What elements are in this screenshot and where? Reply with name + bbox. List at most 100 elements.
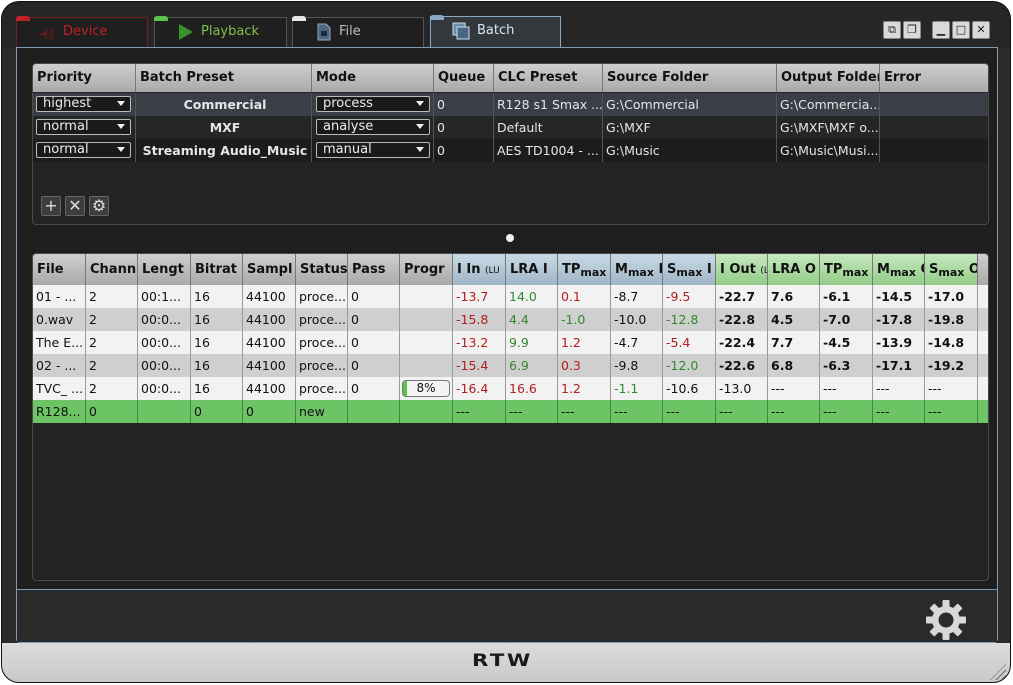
tab-playback[interactable]: Playback [154,16,287,47]
col-priority[interactable]: Priority [33,64,136,92]
col-i-out[interactable]: I Out (L [716,254,768,285]
batch-row[interactable]: highest Commercial process 0 R128 s1 Sma… [33,93,988,116]
mode-select[interactable]: process [316,96,430,112]
tab-accent [154,16,168,21]
file-table-header: File Chann Lengt Bitrat Sampl Status Pas… [33,254,988,285]
priority-cell: highest [33,93,136,116]
gear-icon[interactable] [925,599,967,641]
queue-cell: 0 [434,116,494,139]
tab-accent [16,16,30,21]
detach-icon[interactable]: ⧉ [883,21,901,39]
col-length[interactable]: Lengt [138,254,191,285]
mode-select[interactable]: manual [316,142,430,158]
col-lra-in-label: LRA I [510,262,548,277]
queue-cell: 0 [434,139,494,162]
m-out-cell: -14.5 [873,285,925,308]
col-samplerate-label: Sampl [247,262,293,277]
s-in-cell: -9.5 [663,285,716,308]
table-row[interactable]: 0.wav 2 00:0... 16 44100 proce... 0 -15.… [33,308,988,331]
bitrate-cell: 0 [191,400,243,423]
col-queue[interactable]: Queue [434,64,494,92]
batch-row[interactable]: normal MXF analyse 0 Default G:\MXF G:\M… [33,116,988,139]
samplerate-cell: 44100 [243,331,296,354]
chevron-down-icon [416,147,424,152]
batch-row[interactable]: normal Streaming Audio_Music manual 0 AE… [33,139,988,162]
tab-file[interactable]: File [292,16,424,47]
m-out-cell: --- [873,377,925,400]
priority-value: normal [43,119,89,134]
col-error[interactable]: Error [880,64,988,92]
priority-select[interactable]: highest [36,96,131,112]
i-out-cell: -22.7 [716,285,768,308]
col-s-out-suffix: O [964,262,977,277]
progress-bar: 8% [402,380,450,397]
channels-cell: 2 [86,285,138,308]
i-in-cell: -16.4 [453,377,506,400]
col-s-in[interactable]: Smax I [663,254,716,285]
pass-cell: 0 [348,285,400,308]
col-tp-out[interactable]: TPmax [820,254,873,285]
table-row[interactable]: 01 - ... 2 00:1... 16 44100 proce... 0 -… [33,285,988,308]
app-window: Device Playback File Batch ⧉ ❐ ▁ □ ✕ Pri… [1,1,1011,683]
col-m-out[interactable]: Mmax O [873,254,925,285]
s-in-cell: -5.4 [663,331,716,354]
col-mode[interactable]: Mode [312,64,434,92]
status-cell: proce... [296,377,348,400]
col-m-in[interactable]: Mmax I [611,254,663,285]
col-batch-preset[interactable]: Batch Preset [136,64,312,92]
col-bitrate[interactable]: Bitrat [191,254,243,285]
chevron-down-icon [416,101,424,106]
col-lra-in[interactable]: LRA I [506,254,558,285]
s-out-cell: -14.8 [925,331,978,354]
table-row[interactable]: 02 - ... 2 00:0... 16 44100 proce... 0 -… [33,354,988,377]
table-row[interactable]: R128... 0 0 0 new --- --- --- --- --- --… [33,400,988,423]
resize-grip-icon[interactable] [990,664,1006,680]
lra-in-cell: 4.4 [506,308,558,331]
m-in-cell: --- [611,400,663,423]
col-status[interactable]: Status [296,254,348,285]
mode-select[interactable]: analyse [316,119,430,135]
lra-out-cell: 7.6 [768,285,820,308]
batch-preset-cell: Commercial [136,93,312,116]
i-in-cell: -15.4 [453,354,506,377]
restore-icon[interactable]: ❐ [903,21,921,39]
tab-batch[interactable]: Batch [430,15,561,49]
priority-select[interactable]: normal [36,119,131,135]
add-button[interactable]: + [41,196,61,216]
status-cell: new [296,400,348,423]
batch-icon [452,22,470,40]
col-channels[interactable]: Chann [86,254,138,285]
col-samplerate[interactable]: Sampl [243,254,296,285]
remove-button[interactable]: ✕ [65,196,85,216]
col-source-folder[interactable]: Source Folder [603,64,777,92]
tab-device[interactable]: Device [16,16,148,47]
close-icon[interactable]: ✕ [972,21,990,39]
minimize-icon[interactable]: ▁ [932,21,950,39]
col-pass[interactable]: Pass [348,254,400,285]
col-clc-preset[interactable]: CLC Preset [494,64,603,92]
priority-select[interactable]: normal [36,142,131,158]
lra-out-cell: 4.5 [768,308,820,331]
table-row[interactable]: The E... 2 00:0... 16 44100 proce... 0 -… [33,331,988,354]
bitrate-cell: 16 [191,354,243,377]
col-lra-out[interactable]: LRA O [768,254,820,285]
tab-playback-label: Playback [201,24,260,39]
samplerate-cell: 0 [243,400,296,423]
i-in-cell: --- [453,400,506,423]
col-progress[interactable]: Progr [400,254,453,285]
col-output-folder[interactable]: Output Folder [777,64,880,92]
col-file[interactable]: File [33,254,86,285]
file-cell: The E... [33,331,86,354]
settings-button[interactable]: ⚙ [89,196,109,216]
file-cell: R128... [33,400,86,423]
m-in-cell: -8.7 [611,285,663,308]
col-i-in[interactable]: I In (LU [453,254,506,285]
col-progress-label: Progr [404,262,445,277]
clc-preset-cell: AES TD1004 - ... [494,139,603,162]
table-row[interactable]: TVC_ ... 2 00:0... 16 44100 proce... 0 8… [33,377,988,400]
lra-out-cell: --- [768,400,820,423]
col-s-out[interactable]: Smax O [925,254,978,285]
col-tp-in[interactable]: TPmax [558,254,611,285]
page-indicator-dot[interactable] [506,234,514,242]
maximize-icon[interactable]: □ [952,21,970,39]
